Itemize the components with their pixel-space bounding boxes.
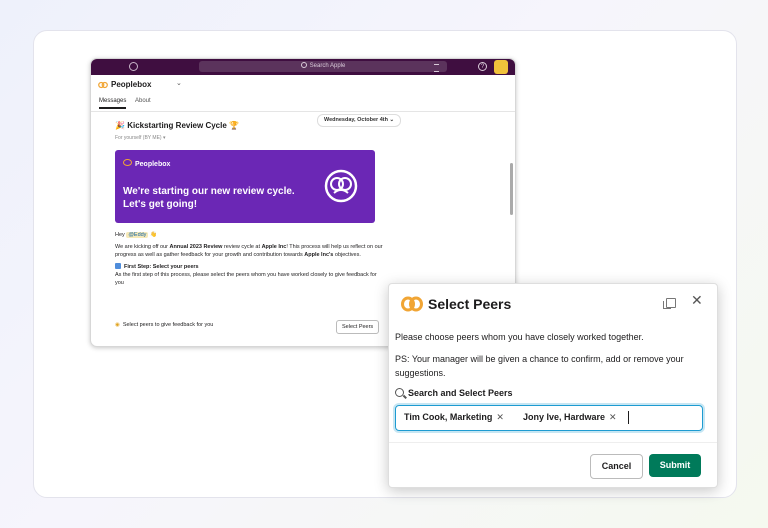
wave-icon: 👋 [149, 232, 157, 238]
peer-search-input[interactable]: Tim Cook, Marketing ✕ Jony Ive, Hardware ✕ [395, 405, 703, 431]
close-icon[interactable]: ✕ [691, 292, 703, 309]
greeting-line: Hey @Eddy 👋 [115, 232, 157, 238]
pretzel-emoji-icon: ◉ [115, 322, 120, 328]
filter-icon[interactable] [434, 64, 439, 72]
search-label: Search and Select Peers [395, 388, 513, 398]
slack-topbar: Search Apple ? [91, 59, 515, 75]
review-banner: Peoplebox We're starting our new review … [115, 150, 375, 223]
peoplebox-logo-icon [98, 81, 108, 89]
search-icon [395, 388, 404, 397]
channel-tabs: Messages About [91, 95, 515, 112]
text-cursor [628, 411, 629, 424]
select-peers-modal: Select Peers ✕ Please choose peers whom … [388, 283, 718, 488]
remove-chip-icon[interactable]: ✕ [496, 412, 504, 422]
trophy-icon: 🏆 [229, 121, 240, 130]
step-title: First Step: Select your peers [115, 263, 199, 270]
submit-button[interactable]: Submit [649, 454, 701, 477]
tab-messages[interactable]: Messages [99, 98, 127, 109]
channel-name[interactable]: Peoplebox [111, 80, 151, 89]
chevron-down-icon[interactable]: ⌄ [176, 79, 182, 87]
peer-chip[interactable]: Jony Ive, Hardware ✕ [523, 412, 617, 423]
cancel-button[interactable]: Cancel [590, 454, 643, 479]
message-body: Hey @Eddy 👋 We are kicking off our Annua… [115, 231, 383, 291]
modal-title: Select Peers [428, 296, 512, 312]
search-input[interactable]: Search Apple [199, 61, 447, 72]
help-icon[interactable]: ? [478, 62, 487, 71]
banner-line1: We're starting our new review cycle. [123, 186, 295, 197]
peoplebox-logo-icon [401, 296, 423, 312]
message-title: 🎉 Kickstarting Review Cycle 🏆 [115, 121, 240, 130]
peoplebox-logo-icon [123, 159, 132, 166]
avatar[interactable] [494, 60, 508, 74]
history-icon[interactable] [129, 62, 138, 71]
step-number-icon [115, 263, 121, 269]
channel-header: Peoplebox ⌄ [91, 75, 515, 95]
tab-about[interactable]: About [135, 98, 151, 104]
user-mention[interactable]: @Eddy [126, 232, 149, 238]
copy-icon[interactable] [663, 298, 676, 309]
modal-divider [389, 442, 717, 443]
banner-brand: Peoplebox [123, 159, 170, 168]
pretzel-icon [324, 169, 358, 203]
search-icon [300, 62, 307, 68]
banner-line2: Let's get going! [123, 199, 198, 210]
peer-chip[interactable]: Tim Cook, Marketing ✕ [404, 412, 504, 423]
modal-note: PS: Your manager will be given a chance … [395, 354, 684, 378]
select-peers-button[interactable]: Select Peers [336, 320, 380, 334]
modal-instruction: Please choose peers whom you have closel… [395, 332, 644, 342]
search-placeholder: Search Apple [309, 63, 346, 69]
scrollbar[interactable] [510, 163, 513, 215]
remove-chip-icon[interactable]: ✕ [609, 412, 617, 422]
intro-paragraph: We are kicking off our Annual 2023 Revie… [115, 244, 383, 258]
party-icon: 🎉 [115, 121, 125, 130]
step-paragraph: First Step: Select your peers As the firs… [115, 263, 377, 286]
message-header: 🎉 Kickstarting Review Cycle 🏆 For yourse… [115, 121, 415, 141]
select-peers-prompt: ◉ Select peers to give feedback for you [115, 322, 214, 328]
message-subtitle: For yourself (BY ME) ▾ [115, 135, 166, 141]
